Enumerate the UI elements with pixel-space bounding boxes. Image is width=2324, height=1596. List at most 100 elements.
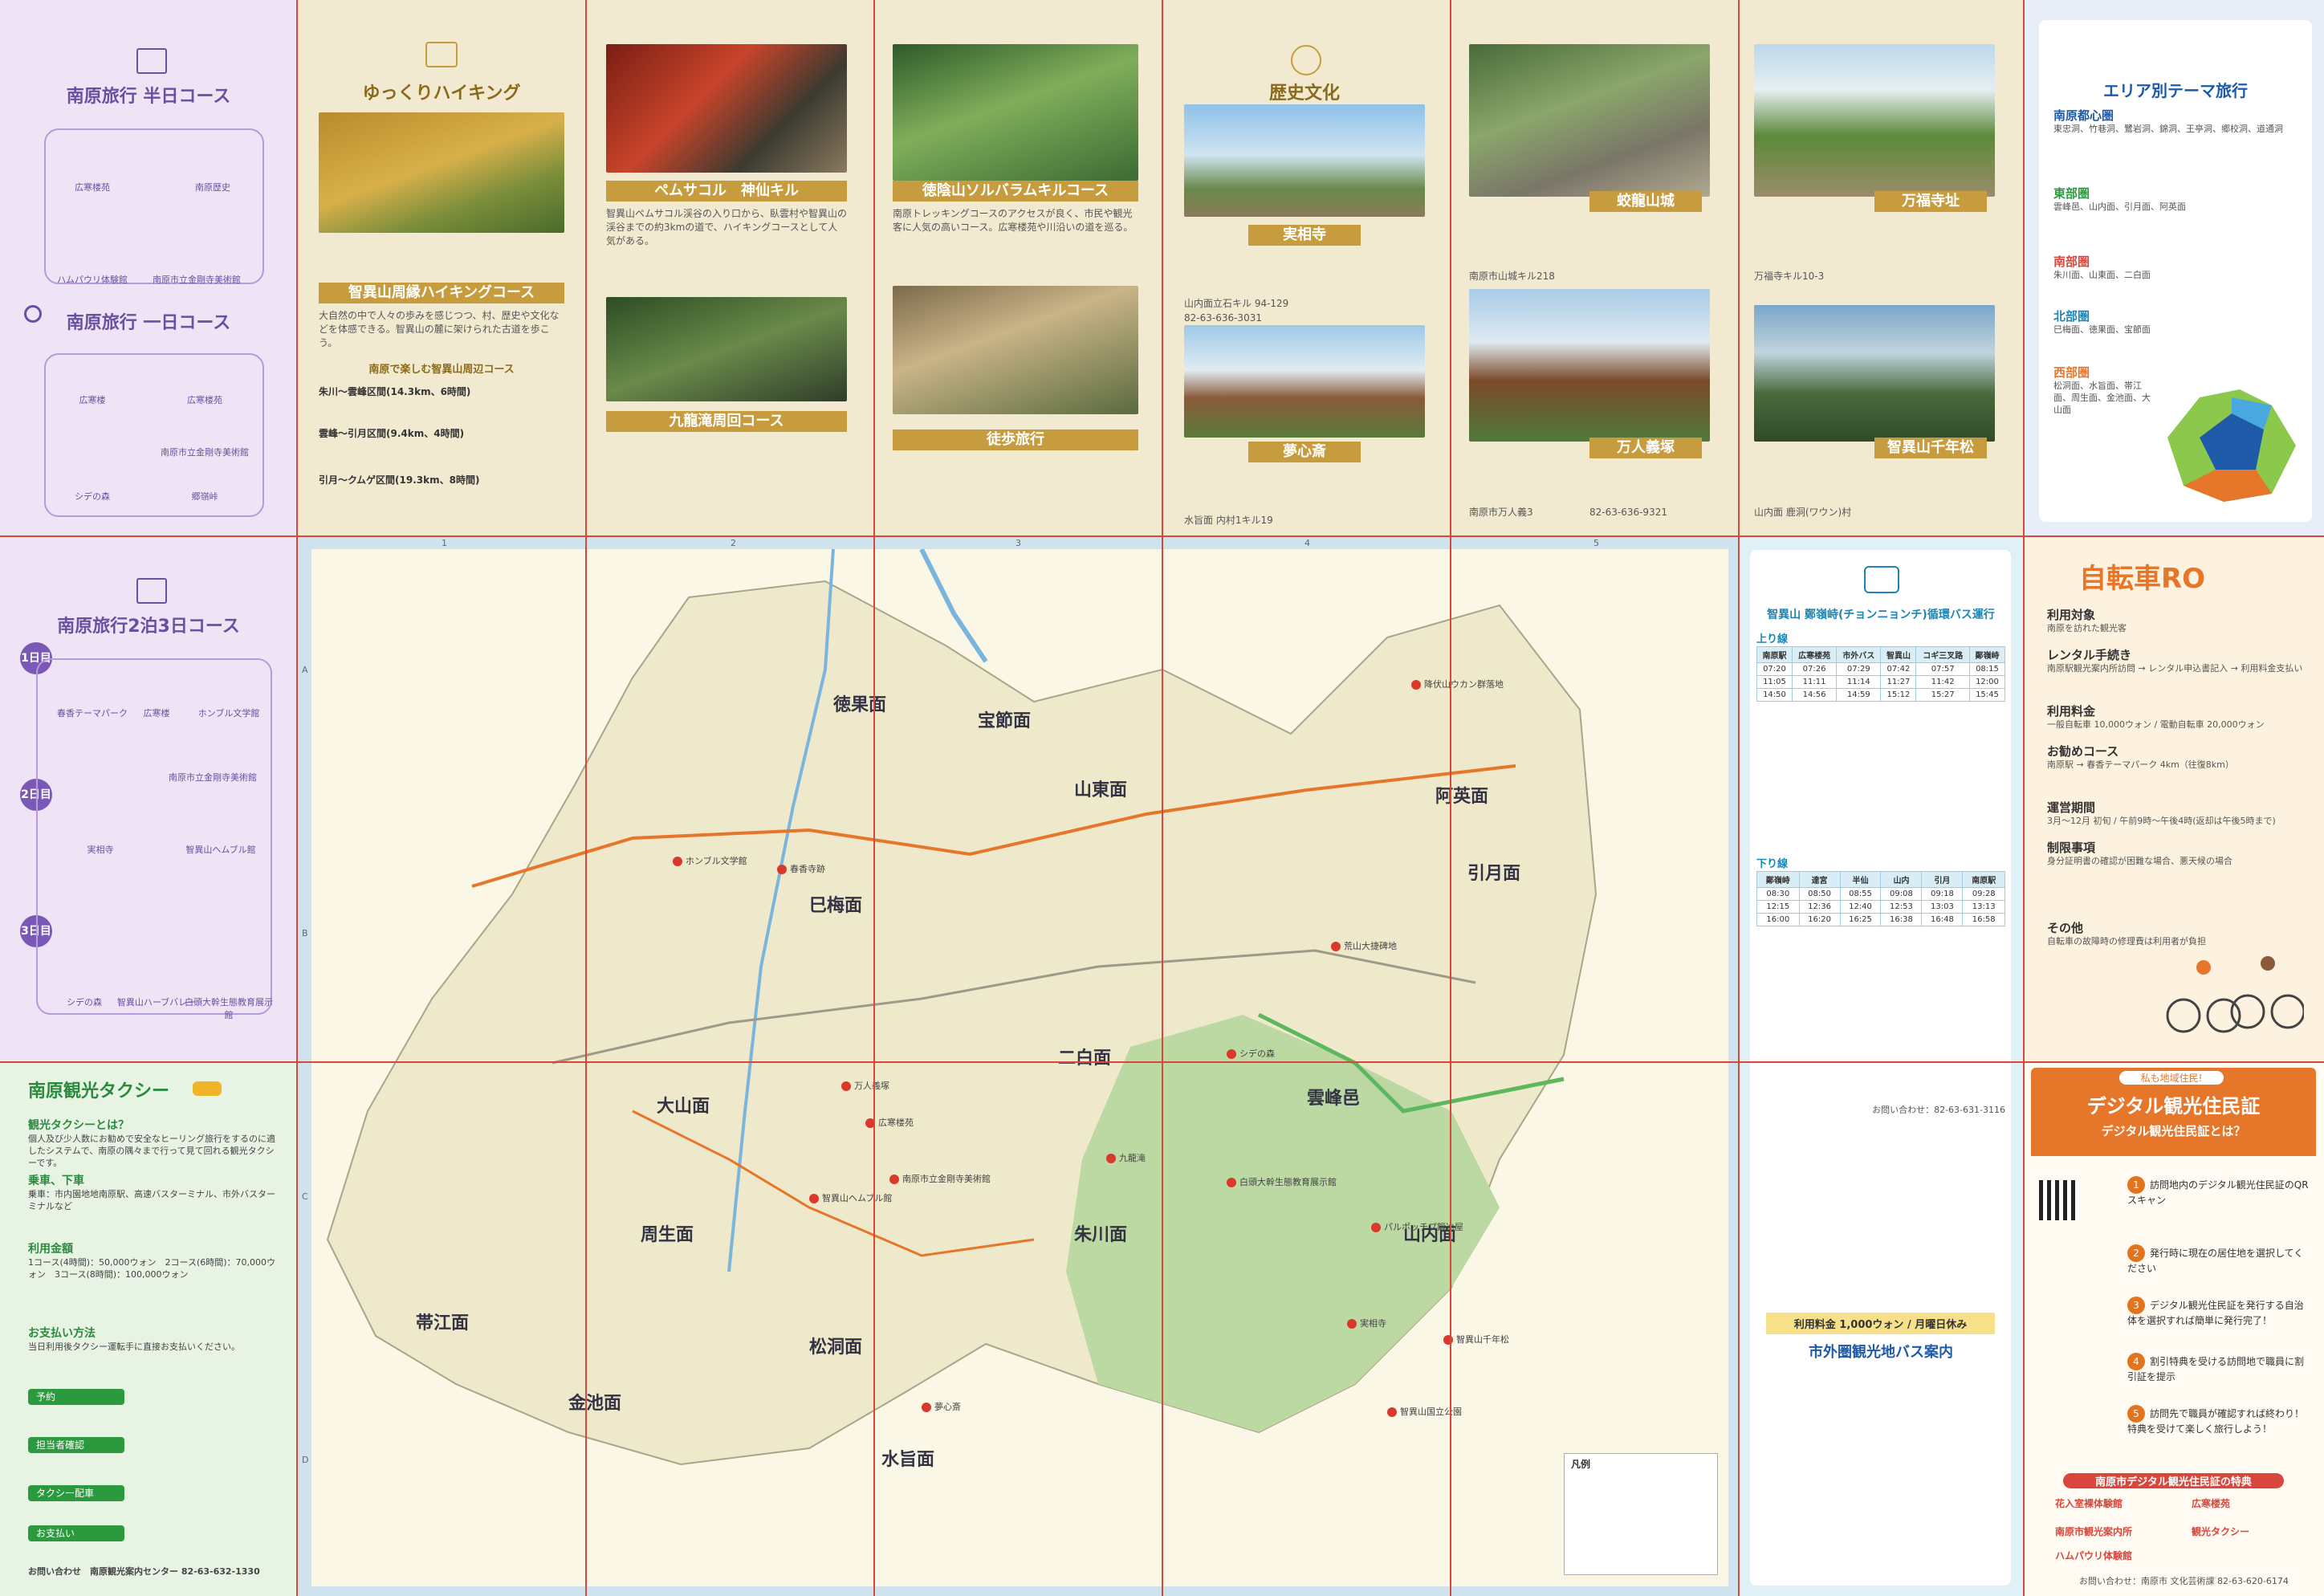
map-poi[interactable]: シデの森 <box>1227 1047 1275 1060</box>
district-label: 朱川面 <box>1074 1225 1128 1245</box>
one-day-title: 南原旅行 一日コース <box>66 313 231 333</box>
map-poi[interactable]: 智異山千年松 <box>1443 1333 1509 1346</box>
half-day-route <box>44 128 264 284</box>
taxi-section-head: 利用金額 <box>28 1243 73 1256</box>
baem-band: ペムサコル 神仙キル <box>606 181 847 202</box>
hiking-text: 大自然の中で人々の歩みを感じつつ、村、歴史や文化などを体感できる。智異山の麓に架… <box>319 310 560 348</box>
map-poi[interactable]: 春香寺跡 <box>777 862 825 875</box>
two-night-stop: 智異山ヘムブル館 <box>185 845 256 855</box>
bicycle-text: 3月～12月 初旬 / 午前9時～午後4時(返却は午後5時まで) <box>2047 816 2276 826</box>
map-poi[interactable]: 白頭大幹生態教育展示館 <box>1227 1175 1337 1188</box>
taxi-inquiry: お問い合わせ 南原観光案内センター 82-63-632-1330 <box>28 1566 260 1577</box>
benefit-item: 南原市観光案内所 <box>2055 1526 2133 1537</box>
map-book-icon <box>136 48 167 74</box>
map-poi[interactable]: 広寒楼苑 <box>865 1116 914 1129</box>
silsangsa-photo <box>1184 104 1425 217</box>
history-site-tel: 82-63-636-9321 <box>1589 507 1667 518</box>
column-number: 3 <box>1015 538 1021 548</box>
map-poi[interactable]: 荒山大捷碑地 <box>1331 939 1397 952</box>
history-site-addr: 万福寺キル10-3 <box>1754 271 1825 282</box>
district-label: 徳果面 <box>833 695 887 715</box>
map-poi[interactable]: 智異山ヘムブル館 <box>809 1191 892 1204</box>
history-site-addr: 山内面 鹿洞(ワウン)村 <box>1754 507 1852 518</box>
district-label: 松洞面 <box>809 1337 863 1358</box>
two-night-title: 南原旅行2泊3日コース <box>57 617 240 637</box>
tt-header: 南原駅 <box>1962 871 2005 888</box>
legend-title: 凡例 <box>1571 1459 1591 1470</box>
taxi-icon <box>193 1081 222 1096</box>
qr-code-icon[interactable] <box>2039 1180 2079 1220</box>
bus-outer-title: 市外圏観光地バス案内 <box>1809 1344 1953 1361</box>
tt-cell: 12:53 <box>1880 900 1923 914</box>
taxi-section-text: 個人及び少人数にお勧めで安全なヒーリング旅行をするのに適したシステムで、南原の隅… <box>28 1134 275 1168</box>
taxi-step: 予約 <box>28 1389 124 1405</box>
history-panel: 歴史文化 実相寺 山内面立石キル 94-129 82-63-636-3031 夢… <box>1172 32 1437 530</box>
market-photo <box>893 286 1138 414</box>
bus-down-table: 鄭嶺峙 達宮 半仙 山内 引月 南原駅 08:30 08:50 08:55 09:08 09:18… <box>1756 871 2005 926</box>
taxi-step: お支払い <box>28 1525 124 1541</box>
bicycle-text: 南原を訪れた観光客 <box>2047 623 2127 633</box>
deokeum-band: 徒歩旅行 <box>893 430 1138 450</box>
map-poi[interactable]: ホンブル文学館 <box>673 854 747 867</box>
bus-title: 智異山 鄭嶺峙(チョンニョンチ)循環バス運行 <box>1767 609 1995 621</box>
area-theme: エリア別テーマ旅行 南原都心圏 東忠洞、竹巷洞、鷺岩洞、錦洞、王亭洞、郷校洞、道… <box>2039 20 2312 522</box>
taxi-section-text: 1コース(4時間)：50,000ウォン 2コース(6時間)：70,000ウォン … <box>28 1257 276 1280</box>
tt-cell: 07:42 <box>1880 662 1917 676</box>
column-number: 1 <box>442 538 447 548</box>
digital-step: 4 割引特典を受ける訪問地で職員に割引証を提示 <box>2127 1353 2312 1383</box>
map-poi[interactable]: 実相寺 <box>1347 1317 1386 1329</box>
tt-cell: 11:05 <box>1756 675 1793 689</box>
history-site-addr: 水旨面 内村1キル19 <box>1184 515 1273 526</box>
half-day-title: 南原旅行 半日コース <box>66 87 231 107</box>
two-night-course: 南原旅行2泊3日コース 1日目 2日目 3日目 春香テーマパーク 広寒楼 ホンブ… <box>16 578 281 1052</box>
fold-line <box>2023 0 2025 1596</box>
area-map-graphic <box>2167 389 2296 502</box>
history-header: 歴史文化 <box>1268 83 1340 104</box>
tt-cell: 16:20 <box>1798 913 1841 926</box>
map-poi[interactable]: 夢心斎 <box>922 1400 961 1413</box>
district-label: 帯江面 <box>416 1313 470 1333</box>
taxi-section-head: 乗車、下車 <box>28 1175 84 1187</box>
map-poi[interactable]: 南原市立金剛寺美術館 <box>889 1172 991 1185</box>
benefit-item: 広寒楼苑 <box>2192 1498 2231 1509</box>
bicycle-head: お勧めコース <box>2047 744 2119 759</box>
row-letter: A <box>302 665 308 675</box>
map-poi[interactable]: 降伏山ウカン群落地 <box>1411 678 1504 690</box>
area-theme-title: エリア別テーマ旅行 <box>2103 81 2248 100</box>
tt-cell: 13:13 <box>1962 900 2005 914</box>
district-label: 宝節面 <box>978 711 1032 731</box>
tt-cell: 07:29 <box>1836 662 1882 676</box>
bicycle-text: 南原駅 → 春香テーマパーク 4km（往復8km） <box>2047 759 2234 770</box>
bus-schedule: 智異山 鄭嶺峙(チョンニョンチ)循環バス運行 上り線 南原駅 広寒楼苑 市外バス 智異… <box>1750 550 2011 1586</box>
one-day-stop: 広寒楼苑 <box>187 395 222 405</box>
history-site-band: 智異山千年松 <box>1874 438 1987 458</box>
one-day-stop: 南原市立金剛寺美術館 <box>161 447 249 458</box>
district-label: 周生面 <box>641 1225 694 1245</box>
history-site-band: 万福寺址 <box>1874 191 1987 212</box>
history-panel-3: 万福寺址 万福寺キル10-3 智異山千年松 山内面 鹿洞(ワウン)村 <box>1742 32 2007 530</box>
map-poi[interactable]: 万人義塚 <box>841 1079 889 1092</box>
baem-band: 九龍滝周回コース <box>606 411 847 432</box>
district-label: 水旨面 <box>881 1450 935 1470</box>
globe-icon <box>1291 45 1321 75</box>
fold-line <box>296 0 298 1596</box>
forest-gate-photo <box>893 44 1138 181</box>
rice-field-photo <box>319 112 564 233</box>
digital-inquiry: お問い合わせ：南原市 文化芸術課 82-63-620-6174 <box>2079 1576 2289 1586</box>
tt-cell: 11:14 <box>1836 675 1882 689</box>
district-label: 阿英面 <box>1435 787 1489 807</box>
tt-cell: 12:15 <box>1756 900 1800 914</box>
tt-cell: 15:45 <box>1968 688 2006 702</box>
bicycle-head: 利用料金 <box>2047 704 2096 719</box>
deokeum-band: 徳陰山ソルバラムキルコース <box>893 181 1138 202</box>
mongsimjae-photo <box>1184 325 1425 438</box>
area-section-name: 北部圏 <box>2053 309 2090 324</box>
map-poi[interactable]: 九龍滝 <box>1106 1151 1146 1164</box>
bicycle-text: 南原駅観光案内所訪問 → レンタル申込書記入 → 利用料金支払い <box>2047 663 2303 674</box>
tt-header: 南原駅 <box>1756 646 1793 663</box>
one-day-stop: 広寒楼 <box>79 395 106 405</box>
fold-line <box>1738 0 1740 1596</box>
tt-cell: 08:55 <box>1839 887 1882 901</box>
tt-header: 鄭嶺峙 <box>1968 646 2006 663</box>
map-legend: 凡例 <box>1564 1453 1718 1575</box>
